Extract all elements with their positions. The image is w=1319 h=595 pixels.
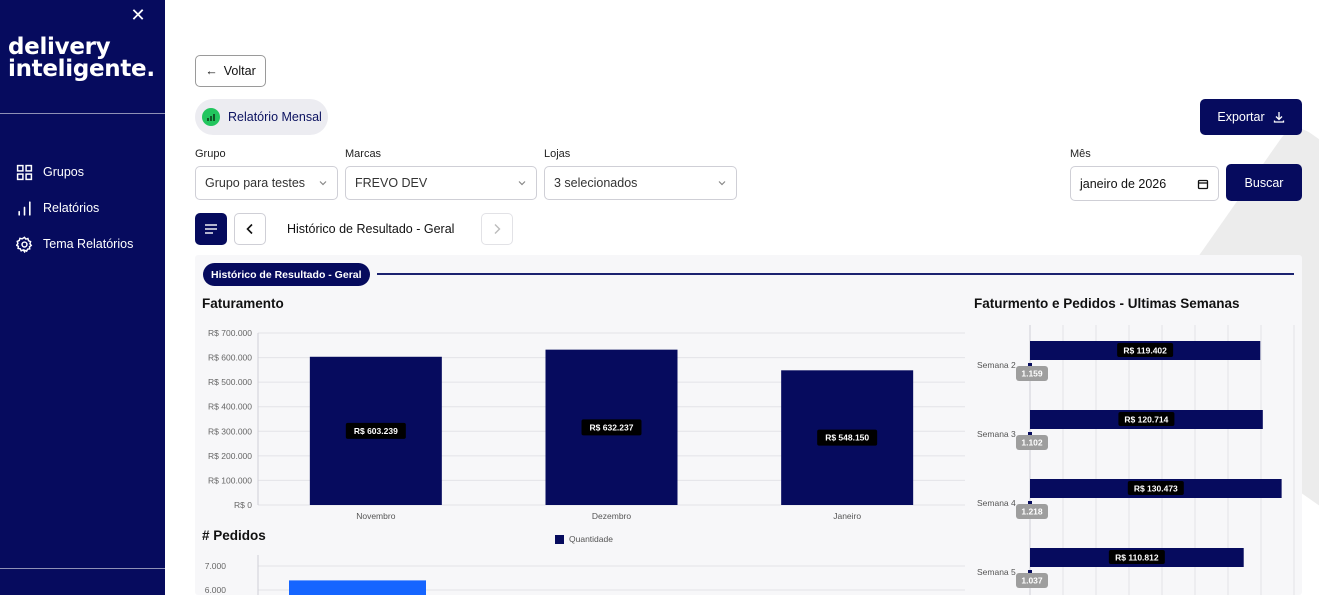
close-icon[interactable]: ✕ (130, 6, 146, 24)
gear-icon (16, 235, 33, 253)
sidebar-item-tema-relatorios[interactable]: Tema Relatórios (16, 234, 133, 254)
weekly-chart: R$ 119.402 1.159 Semana 2 R$ 120.714 1.102 Se… (977, 325, 1295, 595)
next-button[interactable] (481, 213, 513, 245)
logo-line-1: delivery (8, 34, 111, 60)
chevron-down-icon (718, 181, 726, 186)
data-label: R$ 110.812 (1115, 553, 1159, 563)
brands-select[interactable]: FREVO DEV (345, 166, 537, 200)
list-icon (205, 224, 217, 234)
sidebar-item-label: Tema Relatórios (43, 237, 134, 251)
y-tick-label: R$ 500.000 (208, 377, 252, 387)
data-label: R$ 603.239 (354, 426, 398, 436)
y-tick-label: Semana 4 (977, 498, 1016, 508)
back-button-label: Voltar (223, 64, 256, 78)
month-label: Mês (1070, 148, 1091, 160)
orders-chart: 7.000 6.000 (205, 555, 965, 595)
stores-select-value: 3 selecionados (554, 176, 638, 190)
export-button[interactable]: Exportar (1200, 99, 1302, 135)
sidebar-item-label: Grupos (43, 165, 84, 179)
chevron-right-icon (494, 224, 501, 234)
section-title-pill: Histórico de Resultado - Geral (203, 263, 370, 286)
grid-icon (16, 164, 33, 180)
bar (289, 580, 426, 595)
month-input-value: janeiro de 2026 (1080, 176, 1167, 191)
report-panel: Histórico de Resultado - Geral Faturamen… (195, 255, 1302, 595)
y-tick-label: Semana 5 (977, 567, 1016, 577)
data-label: 1.159 (1021, 369, 1043, 379)
data-label: R$ 130.473 (1134, 484, 1178, 494)
sidebar-divider-top (0, 113, 165, 114)
bar-chart-icon (18, 200, 31, 216)
data-label: 1.102 (1021, 438, 1043, 448)
brands-select-value: FREVO DEV (355, 176, 428, 190)
search-button[interactable]: Buscar (1226, 164, 1302, 201)
report-type-chip: Relatório Mensal (195, 99, 328, 135)
data-label: R$ 548.150 (825, 433, 869, 443)
logo-line-2: inteligente. (8, 56, 155, 82)
menu-toggle-button[interactable] (195, 213, 227, 245)
group-label: Grupo (195, 148, 226, 160)
sidebar-item-relatorios[interactable]: Relatórios (16, 198, 99, 218)
revenue-chart-title: Faturamento (202, 296, 284, 311)
data-label: R$ 632.237 (590, 422, 634, 432)
month-input[interactable]: janeiro de 2026 (1070, 166, 1219, 201)
brands-label: Marcas (345, 148, 382, 160)
y-tick-label: R$ 600.000 (208, 353, 252, 363)
group-select-value: Grupo para testes (205, 176, 306, 190)
y-tick-label: R$ 400.000 (208, 402, 252, 412)
data-label: R$ 119.402 (1123, 346, 1167, 356)
data-label: R$ 120.714 (1124, 415, 1168, 425)
y-tick-label: R$ 100.000 (208, 475, 252, 485)
sidebar-divider-bottom (0, 568, 165, 569)
export-button-label: Exportar (1217, 110, 1265, 124)
stores-select[interactable]: 3 selecionados (544, 166, 737, 200)
data-label: 1.037 (1021, 576, 1043, 586)
y-tick-label: R$ 300.000 (208, 426, 252, 436)
chevron-down-icon (319, 181, 327, 186)
data-label: 1.218 (1021, 507, 1043, 517)
arrow-left-icon: ← (205, 64, 218, 78)
orders-chart-title: # Pedidos (202, 528, 266, 543)
chevron-left-icon (246, 223, 253, 235)
sidebar-item-grupos[interactable]: Grupos (16, 162, 84, 182)
toolbar-title: Histórico de Resultado - Geral (287, 222, 455, 236)
group-select[interactable]: Grupo para testes (195, 166, 338, 200)
calendar-icon[interactable] (1197, 178, 1209, 190)
y-tick-label: Semana 3 (977, 429, 1016, 439)
x-tick-label: Dezembro (592, 511, 631, 521)
weekly-chart-title: Faturmento e Pedidos - Ultimas Semanas (974, 296, 1240, 311)
x-tick-label: Janeiro (833, 511, 861, 521)
x-tick-label: Novembro (356, 511, 395, 521)
sidebar-item-label: Relatórios (43, 201, 100, 215)
previous-button[interactable] (234, 213, 266, 245)
y-tick-label: 6.000 (205, 585, 227, 595)
section-divider (377, 273, 1294, 275)
chart-icon (202, 108, 220, 126)
logo: delivery inteligente. (8, 34, 155, 82)
download-icon (1273, 112, 1284, 123)
report-chip-label: Relatório Mensal (228, 110, 322, 124)
legend-label-quantity: Quantidade (569, 534, 613, 544)
back-button[interactable]: ← Voltar (195, 55, 266, 87)
y-tick-label: 7.000 (205, 561, 227, 571)
y-tick-label: R$ 0 (234, 500, 252, 510)
chevron-down-icon (518, 181, 526, 186)
stores-label: Lojas (544, 148, 571, 160)
y-tick-label: R$ 700.000 (208, 328, 252, 338)
orders-legend: Quantidade (555, 534, 613, 544)
legend-swatch (555, 534, 564, 544)
y-tick-label: R$ 200.000 (208, 451, 252, 461)
y-tick-label: Semana 2 (977, 360, 1016, 370)
revenue-chart: R$ 0 R$ 100.000 R$ 200.000 R$ 300.000 R$ 400… (208, 328, 965, 521)
sidebar: ✕ delivery inteligente. Grupos Relatório… (0, 0, 165, 595)
